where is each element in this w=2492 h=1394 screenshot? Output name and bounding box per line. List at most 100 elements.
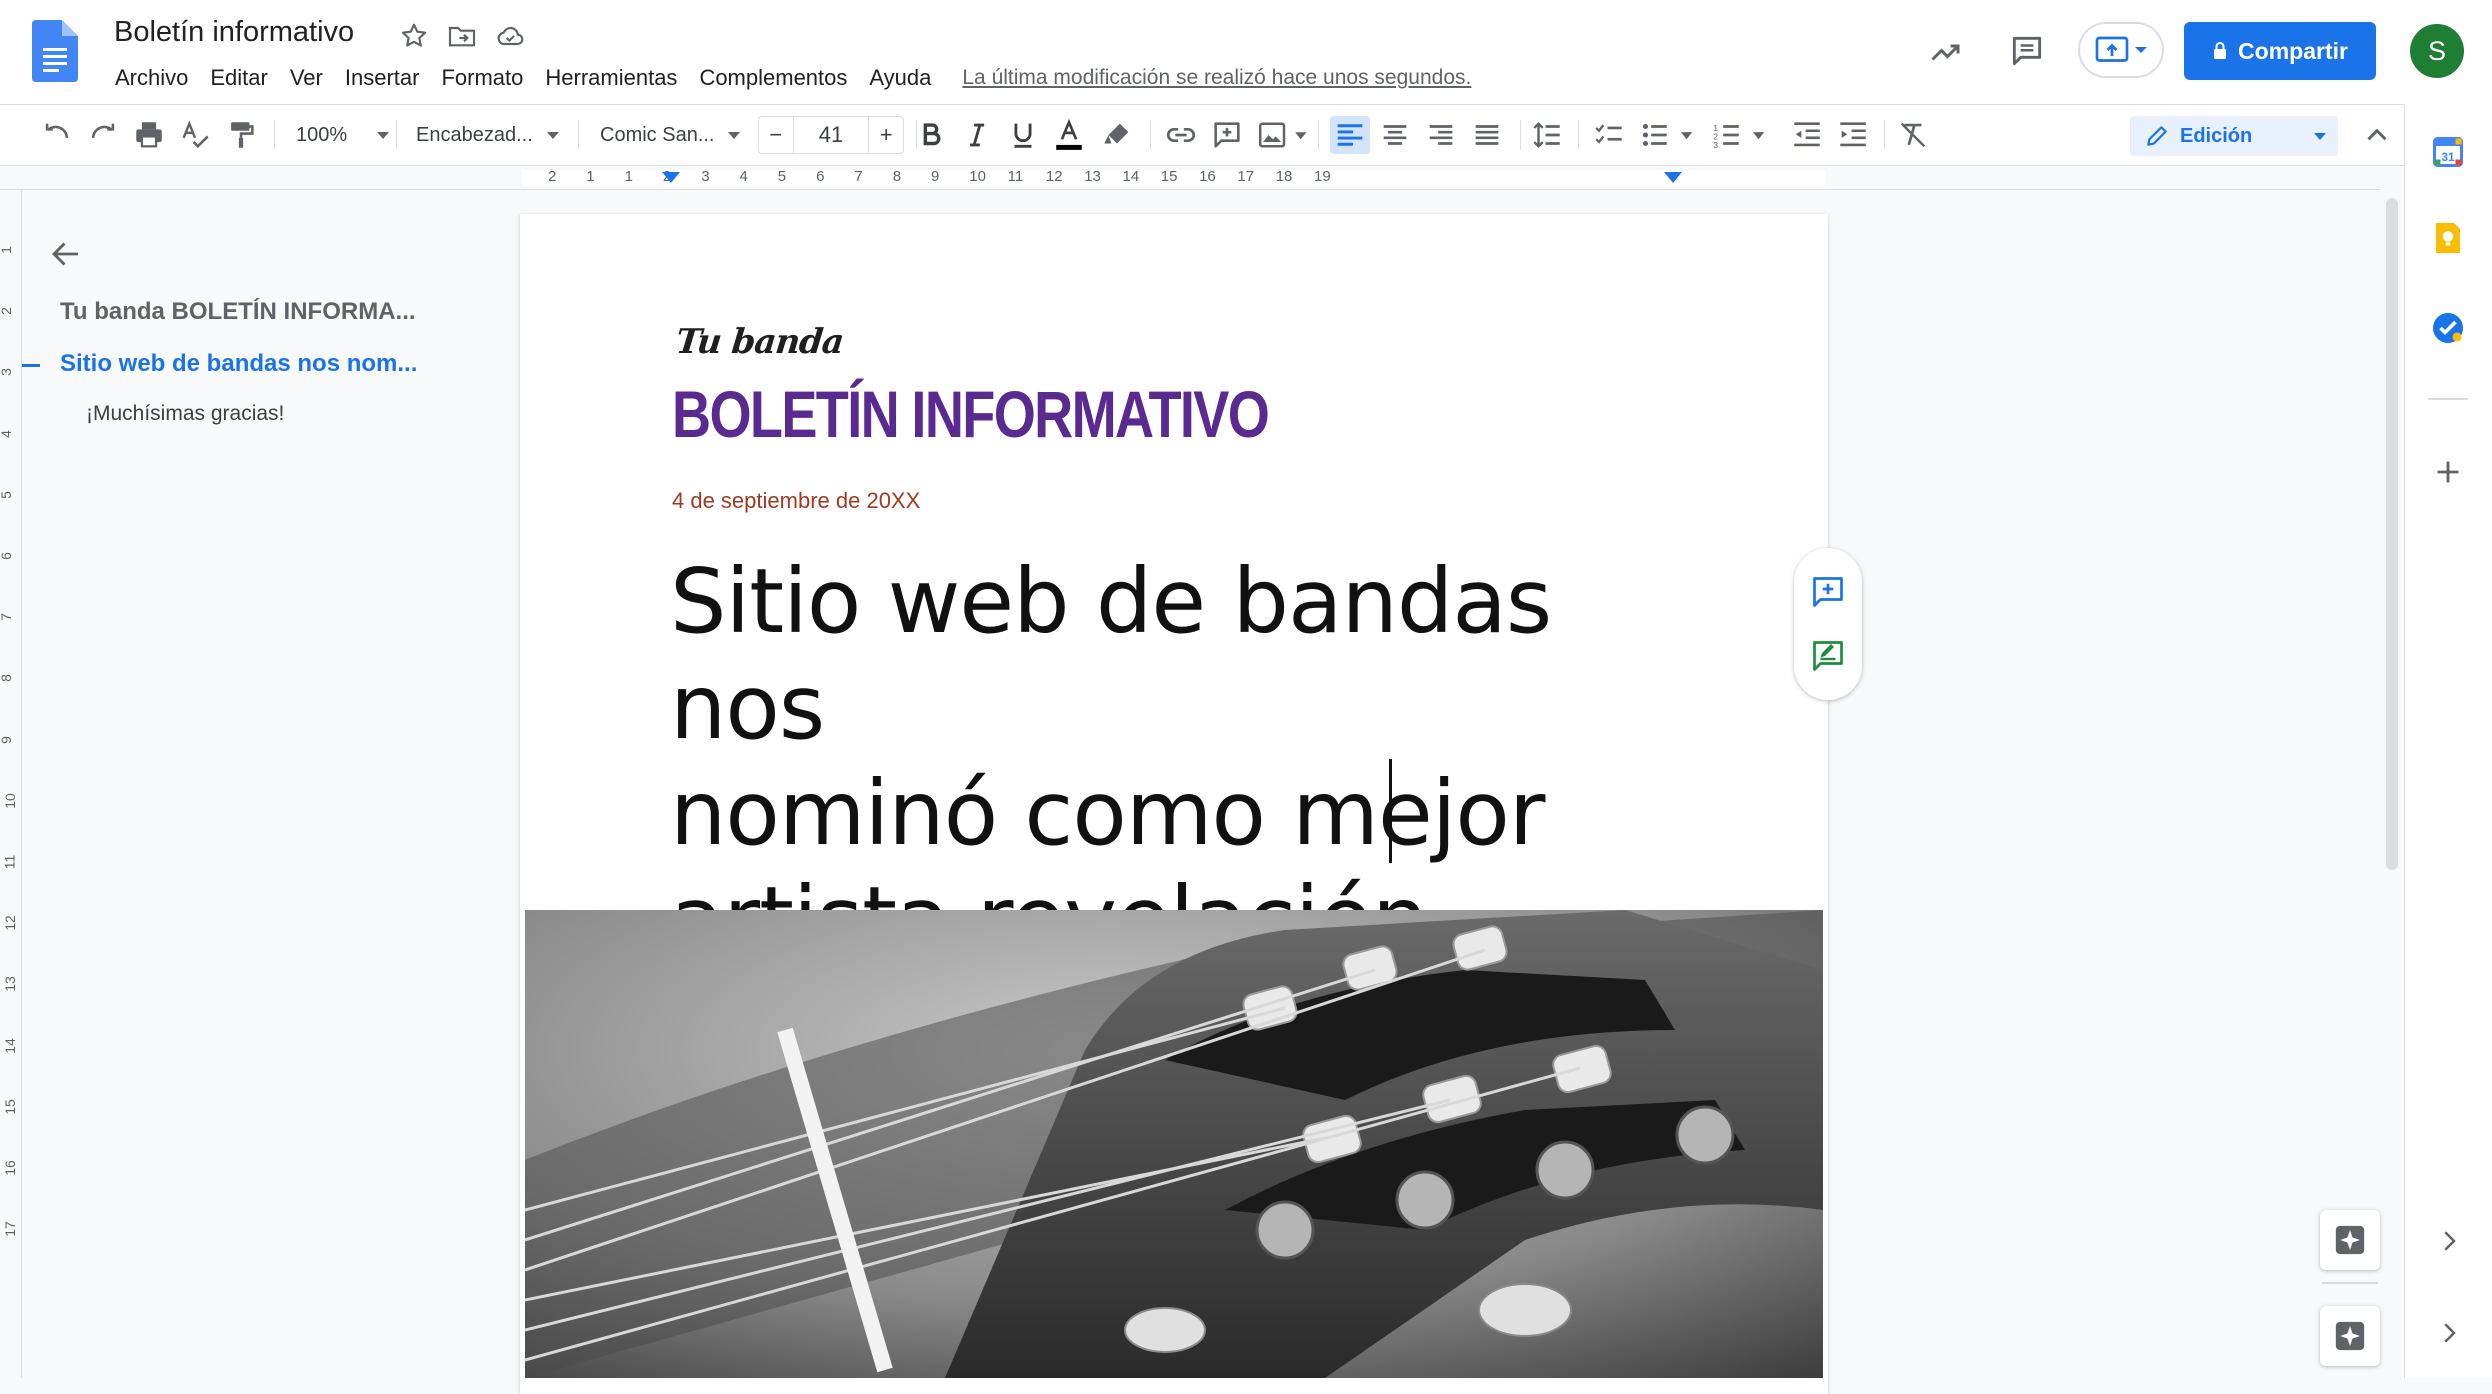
left-indent-marker[interactable] [662, 172, 680, 183]
toolbar-divider [1578, 120, 1579, 150]
ruler-mark: 12 [1045, 168, 1063, 185]
avatar[interactable]: S [2410, 24, 2464, 78]
ruler-mark: 18 [1275, 168, 1293, 185]
back-arrow-icon[interactable] [48, 236, 84, 272]
document-title[interactable]: Boletín informativo [114, 16, 354, 49]
menu-complementos[interactable]: Complementos [688, 61, 858, 95]
link-icon[interactable] [1164, 118, 1198, 152]
align-center-icon[interactable] [1378, 118, 1412, 152]
image-icon[interactable] [1256, 118, 1312, 152]
ruler-mark: 17 [1237, 168, 1255, 185]
docs-logo-icon[interactable] [32, 20, 78, 82]
vertical-ruler-mark: 7 [0, 613, 14, 621]
text-color-icon[interactable] [1052, 118, 1086, 152]
align-left-icon[interactable] [1330, 116, 1370, 154]
ruler-mark: 16 [1199, 168, 1216, 185]
newsletter-title[interactable]: BOLETÍN INFORMATIVO [672, 376, 1270, 452]
italic-icon[interactable] [960, 118, 994, 152]
scrollbar-thumb[interactable] [2386, 198, 2398, 870]
decrease-indent-icon[interactable] [1790, 118, 1824, 152]
chevron-right-icon[interactable] [2434, 1318, 2464, 1348]
outline-item[interactable]: Tu banda BOLETÍN INFORMA... [60, 298, 416, 326]
ruler-mark: 3 [701, 168, 710, 185]
horizontal-ruler[interactable]: 2 1 1 2 3 4 5 6 7 8 9 10 11 12 13 14 15 16 17 18 19 [0, 166, 2380, 190]
spellcheck-icon[interactable] [178, 118, 212, 152]
present-button[interactable] [2078, 22, 2164, 78]
collapse-icon[interactable] [2360, 118, 2394, 152]
explore-button[interactable] [2320, 1210, 2380, 1270]
font-size-decrease-button[interactable]: − [759, 117, 794, 153]
explore-button[interactable] [2320, 1306, 2380, 1366]
cloud-saved-icon[interactable] [494, 20, 526, 52]
newsletter-kicker[interactable]: Tu banda [674, 322, 845, 362]
numbered-list-icon[interactable]: 123 [1710, 118, 1776, 152]
toolbar-divider [274, 120, 275, 150]
comments-icon[interactable] [2008, 32, 2046, 70]
star-icon[interactable] [398, 20, 430, 52]
increase-indent-icon[interactable] [1836, 118, 1870, 152]
headline-line: Sitio web de bandas nos [670, 549, 1552, 759]
ruler-mark: 15 [1160, 168, 1178, 185]
vertical-ruler-mark: 11 [1, 854, 18, 870]
guitar-headstock-image[interactable] [525, 910, 1823, 1378]
highlight-icon[interactable] [1100, 118, 1134, 152]
line-spacing-icon[interactable] [1530, 118, 1564, 152]
menu-editar[interactable]: Editar [199, 61, 278, 95]
explore-icon [2333, 1319, 2367, 1353]
menu-formato[interactable]: Formato [430, 61, 534, 95]
tasks-icon[interactable] [2430, 310, 2466, 346]
svg-text:31: 31 [2441, 150, 2455, 164]
lock-icon [2212, 41, 2228, 61]
plus-icon[interactable] [2430, 454, 2466, 490]
vertical-ruler-mark: 15 [1, 1099, 18, 1115]
floating-comment-palette [1794, 548, 1862, 700]
vertical-ruler-mark: 3 [0, 368, 14, 376]
calendar-icon[interactable]: 31 [2430, 134, 2466, 170]
undo-icon[interactable] [40, 118, 74, 152]
share-button[interactable]: Compartir [2184, 22, 2376, 80]
font-select[interactable]: Comic San... [600, 116, 741, 154]
underline-icon[interactable] [1006, 118, 1040, 152]
menu-insertar[interactable]: Insertar [334, 61, 431, 95]
zoom-select[interactable]: 100% [296, 116, 390, 154]
ruler-mark: 13 [1084, 168, 1101, 185]
vertical-ruler[interactable]: 1234567891011121314151617 [0, 190, 22, 1378]
keep-icon[interactable] [2430, 220, 2466, 256]
outline-item-active[interactable]: Sitio web de bandas nos nom... [60, 350, 417, 378]
redo-icon[interactable] [86, 118, 120, 152]
editing-mode-select[interactable]: Edición [2130, 116, 2338, 156]
clear-format-icon[interactable] [1896, 118, 1930, 152]
add-comment-icon[interactable] [1210, 118, 1244, 152]
toolbar-divider [578, 120, 579, 150]
menu-ayuda[interactable]: Ayuda [858, 61, 942, 95]
add-comment-icon[interactable] [1810, 574, 1846, 610]
bulleted-list-icon[interactable] [1638, 118, 1704, 152]
svg-text:3: 3 [1713, 140, 1718, 150]
menu-ver[interactable]: Ver [279, 61, 334, 95]
side-panel [2404, 104, 2492, 1378]
print-icon[interactable] [132, 118, 166, 152]
chevron-down-icon [2134, 45, 2148, 55]
headline[interactable]: Sitio web de bandas nos nominó como mejo… [670, 548, 1690, 972]
font-size-input[interactable]: 41 [794, 117, 869, 153]
menu-archivo[interactable]: Archivo [104, 61, 199, 95]
paint-format-icon[interactable] [224, 118, 258, 152]
justify-icon[interactable] [1470, 118, 1504, 152]
activity-trend-icon[interactable] [1928, 34, 1964, 70]
outline-item[interactable]: ¡Muchísimas gracias! [86, 402, 284, 426]
align-right-icon[interactable] [1424, 118, 1458, 152]
explore-icon [2333, 1223, 2367, 1257]
toolbar-divider [1520, 120, 1521, 150]
paragraph-style-select[interactable]: Encabezad... [416, 116, 559, 154]
right-indent-marker[interactable] [1664, 172, 1682, 183]
last-edit-link[interactable]: La última modificación se realizó hace u… [958, 62, 1475, 94]
menu-herramientas[interactable]: Herramientas [534, 61, 688, 95]
ruler-mark: 5 [777, 168, 787, 185]
suggest-edit-icon[interactable] [1810, 638, 1846, 674]
chevron-right-icon[interactable] [2434, 1226, 2464, 1256]
newsletter-date[interactable]: 4 de septiembre de 20XX [672, 488, 920, 514]
font-size-increase-button[interactable]: + [868, 117, 903, 153]
bold-icon[interactable] [914, 118, 948, 152]
move-to-folder-icon[interactable] [446, 20, 478, 52]
checklist-icon[interactable] [1592, 118, 1626, 152]
